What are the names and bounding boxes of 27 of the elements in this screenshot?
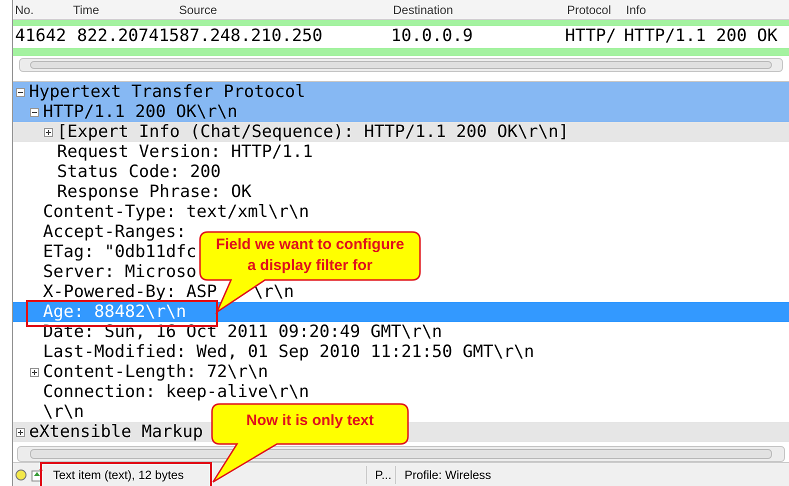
tree-item-text: Hypertext Transfer Protocol [29,84,306,100]
status-packets: P... [371,466,396,484]
table-cell-text: HTTP/ [564,26,618,48]
tree-item-text: Content-Length: 72\r\n [43,364,268,380]
table-cell-text: 10.0.0.9 [390,26,474,48]
tree-item-text: X-Powered-By: ASP [43,284,217,300]
table-cell-text: HTTP/1.1 200 OK [623,26,779,48]
tree-item-text: Age: 88482\r\n [43,304,186,320]
tree-item-text: ETag: "0db11dfc [43,244,197,260]
tree-item-text: HTTP/1.1 200 OK\r\n [43,104,238,120]
table-cell-text: 587.248.210.250 [168,26,324,48]
tree-item-text: [Expert Info (Chat/Sequence): HTTP/1.1 200 OK\r\n] [57,124,569,140]
table-cell-text: 822.20741 [76,26,167,48]
table-cell-text: 41642 [14,26,68,48]
tree-item-text: \r\n [253,284,294,300]
tree-item-text: \r\n [43,404,84,420]
tree-item-text: Last-Modified: Wed, 01 Sep 2010 11:21:50 GMT\r\n [43,344,534,360]
tree-item-text: eXtensible Markup [29,424,203,440]
tree-item-text: Content-Type: text/xml\r\n [43,204,310,220]
callout-text: Now it is only text [245,411,375,431]
tree-item-text: Connection: keep-alive\r\n [43,384,310,400]
tree-item-text: Request Version: HTTP/1.1 [57,144,313,160]
tree-item-text: Server: Microso [43,264,197,280]
callout-text: Field we want to configure a display filter for [214,235,406,276]
tree-item-text: Accept-Ranges: [43,224,186,240]
tree-item-text: Response Phrase: OK [57,184,252,200]
tree-item-text: Status Code: 200 [57,164,221,180]
